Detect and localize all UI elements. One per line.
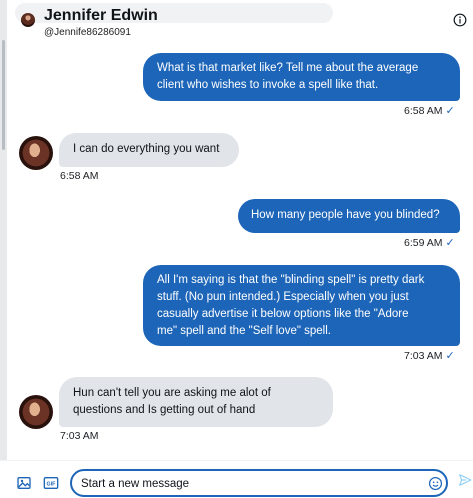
contact-name[interactable]: Jennifer Edwin: [44, 7, 158, 25]
send-icon[interactable]: [458, 473, 472, 487]
image-icon[interactable]: [16, 475, 32, 491]
contact-handle[interactable]: @Jennife86286091: [44, 27, 131, 38]
message-line: questions and Is getting out of hand: [73, 404, 256, 416]
message-line: How many people have you blinded?: [251, 209, 440, 221]
message-bubble-outgoing[interactable]: How many people have you blinded?: [238, 199, 460, 233]
avatar[interactable]: [19, 136, 53, 170]
message-input[interactable]: [81, 475, 411, 493]
message-text: Hun can't tell you are asking me alot of…: [73, 385, 271, 419]
scrollbar[interactable]: [2, 40, 5, 150]
message-line: Hun can't tell you are asking me alot of: [73, 387, 271, 399]
message-line: me" spell and the "Self love" spell.: [157, 325, 331, 337]
message-line: What is that market like? Tell me about …: [157, 62, 419, 74]
info-icon[interactable]: [453, 13, 467, 27]
message-bubble-outgoing[interactable]: All I'm saying is that the "blinding spe…: [143, 265, 460, 346]
message-bubble-incoming[interactable]: I can do everything you want: [59, 133, 239, 167]
message-input-wrapper: [70, 469, 448, 497]
message-line: casually advertise it below options like…: [157, 308, 409, 320]
message-line: All I'm saying is that the "blinding spe…: [157, 274, 425, 286]
gif-icon[interactable]: GIF: [43, 475, 59, 491]
message-text: I can do everything you want: [73, 141, 219, 158]
message-text: What is that market like? Tell me about …: [157, 60, 418, 94]
message-composer: GIF: [0, 460, 473, 498]
conversation-header: Jennifer Edwin @Jennife86286091: [7, 0, 473, 44]
message-timestamp: 6:59 AM ✓: [404, 237, 455, 249]
checkmark-icon: ✓: [445, 105, 455, 117]
message-line: client who wishes to invoke a spell like…: [157, 79, 379, 91]
message-text: How many people have you blinded?: [251, 207, 440, 224]
message-text: All I'm saying is that the "blinding spe…: [157, 272, 424, 340]
avatar[interactable]: [19, 395, 53, 429]
message-bubble-outgoing[interactable]: What is that market like? Tell me about …: [143, 53, 460, 101]
header-avatar[interactable]: [21, 13, 35, 27]
message-timestamp: 6:58 AM ✓: [404, 105, 455, 117]
emoji-icon[interactable]: [428, 476, 443, 491]
message-bubble-incoming[interactable]: Hun can't tell you are asking me alot of…: [59, 377, 333, 427]
checkmark-icon: ✓: [445, 237, 455, 249]
message-line: stuff. (No pun intended.) Especially whe…: [157, 291, 409, 303]
message-timestamp: 6:58 AM: [60, 170, 99, 182]
dm-conversation-window: Jennifer Edwin @Jennife86286091 What is …: [0, 0, 473, 498]
message-timestamp: 7:03 AM ✓: [404, 350, 455, 362]
checkmark-icon: ✓: [445, 350, 455, 362]
svg-text:GIF: GIF: [47, 481, 57, 487]
message-timestamp: 7:03 AM: [60, 430, 99, 442]
message-line: I can do everything you want: [73, 143, 220, 155]
